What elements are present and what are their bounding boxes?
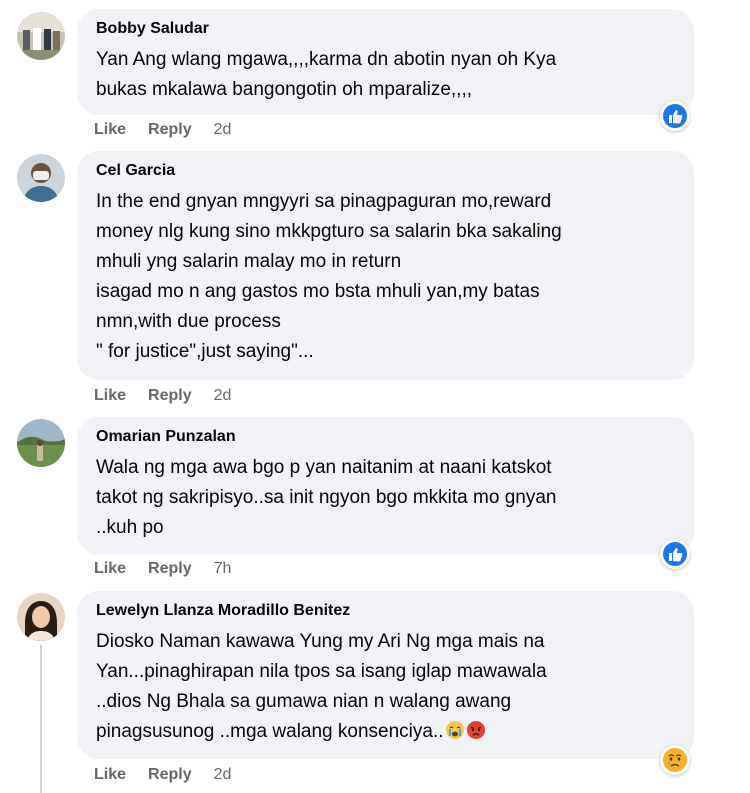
comment-text-line: In the end gnyan mngyyri sa pinagpaguran… — [96, 191, 552, 212]
crying-face-emoji — [445, 720, 465, 740]
like-button[interactable]: Like — [94, 386, 126, 406]
comment-text-line: ..dios Ng Bhala sa gumawa nian n walang … — [96, 691, 512, 712]
comment-text-line: Yan Ang wlang mgawa,,,,karma dn abotin n… — [96, 49, 557, 70]
like-reaction-icon[interactable] — [660, 101, 690, 131]
comment-timestamp[interactable]: 2d — [214, 386, 232, 406]
avatar[interactable] — [17, 419, 65, 467]
avatar[interactable] — [17, 593, 65, 641]
comment-timestamp[interactable]: 2d — [214, 765, 232, 785]
like-reaction-icon[interactable] — [660, 539, 690, 569]
comment-bubble: Omarian Punzalan Wala ng mga awa bgo p y… — [77, 417, 694, 555]
comment-text-line: Wala ng mga awa bgo p yan naitanim at na… — [96, 457, 552, 478]
comment-author[interactable]: Omarian Punzalan — [96, 427, 676, 447]
comment-bubble: Lewelyn Llanza Moradillo Benitez Diosko … — [77, 591, 694, 759]
like-button[interactable]: Like — [94, 120, 126, 140]
comment-bubble: Bobby Saludar Yan Ang wlang mgawa,,,,kar… — [77, 9, 694, 115]
like-button[interactable]: Like — [94, 559, 126, 579]
sad-reaction-icon[interactable] — [660, 745, 690, 775]
comment-text-line: Yan...pinaghirapan nila tpos sa isang ig… — [96, 661, 547, 682]
comment-text-line: bukas mkalawa bangongotin oh mparalize,,… — [96, 79, 473, 100]
comment-actions: Like Reply 2d — [94, 765, 231, 785]
avatar[interactable] — [17, 154, 65, 202]
comment-text-line: nmn,with due process — [96, 311, 281, 332]
comment-author[interactable]: Lewelyn Llanza Moradillo Benitez — [96, 601, 676, 621]
comment-text-line: isagad mo n ang gastos mo bsta mhuli yan… — [96, 281, 540, 302]
comment-bubble: Cel Garcia In the end gnyan mngyyri sa p… — [77, 151, 694, 380]
comment-text-line: money nlg kung sino mkkpgturo sa salarin… — [96, 221, 562, 242]
comment-timestamp[interactable]: 2d — [214, 120, 232, 140]
comment-text-line: pinagsusunog ..mga walang konsenciya.. — [96, 717, 676, 747]
comment-author[interactable]: Bobby Saludar — [96, 19, 676, 39]
reply-button[interactable]: Reply — [148, 765, 192, 785]
comment-text-line: ..kuh po — [96, 517, 164, 538]
reply-thread-line — [40, 645, 42, 793]
like-button[interactable]: Like — [94, 765, 126, 785]
comment-timestamp[interactable]: 7h — [214, 559, 232, 579]
comment-text-segment: pinagsusunog ..mga walang konsenciya.. — [96, 721, 444, 742]
comment-text-line: takot ng sakripisyo..sa init ngyon bgo m… — [96, 487, 557, 508]
reply-button[interactable]: Reply — [148, 120, 192, 140]
comment-text-line: mhuli yng salarin malay mo in return — [96, 251, 402, 272]
avatar[interactable] — [17, 12, 65, 60]
comment-author[interactable]: Cel Garcia — [96, 161, 676, 181]
comment-text-line: Diosko Naman kawawa Yung my Ari Ng mga m… — [96, 631, 545, 652]
angry-face-emoji — [466, 720, 486, 740]
reply-button[interactable]: Reply — [148, 386, 192, 406]
comment-actions: Like Reply 7h — [94, 559, 231, 579]
comment-text-line: " for justice",just saying"... — [96, 341, 314, 362]
comment-actions: Like Reply 2d — [94, 386, 231, 406]
reply-button[interactable]: Reply — [148, 559, 192, 579]
comment-actions: Like Reply 2d — [94, 120, 231, 140]
